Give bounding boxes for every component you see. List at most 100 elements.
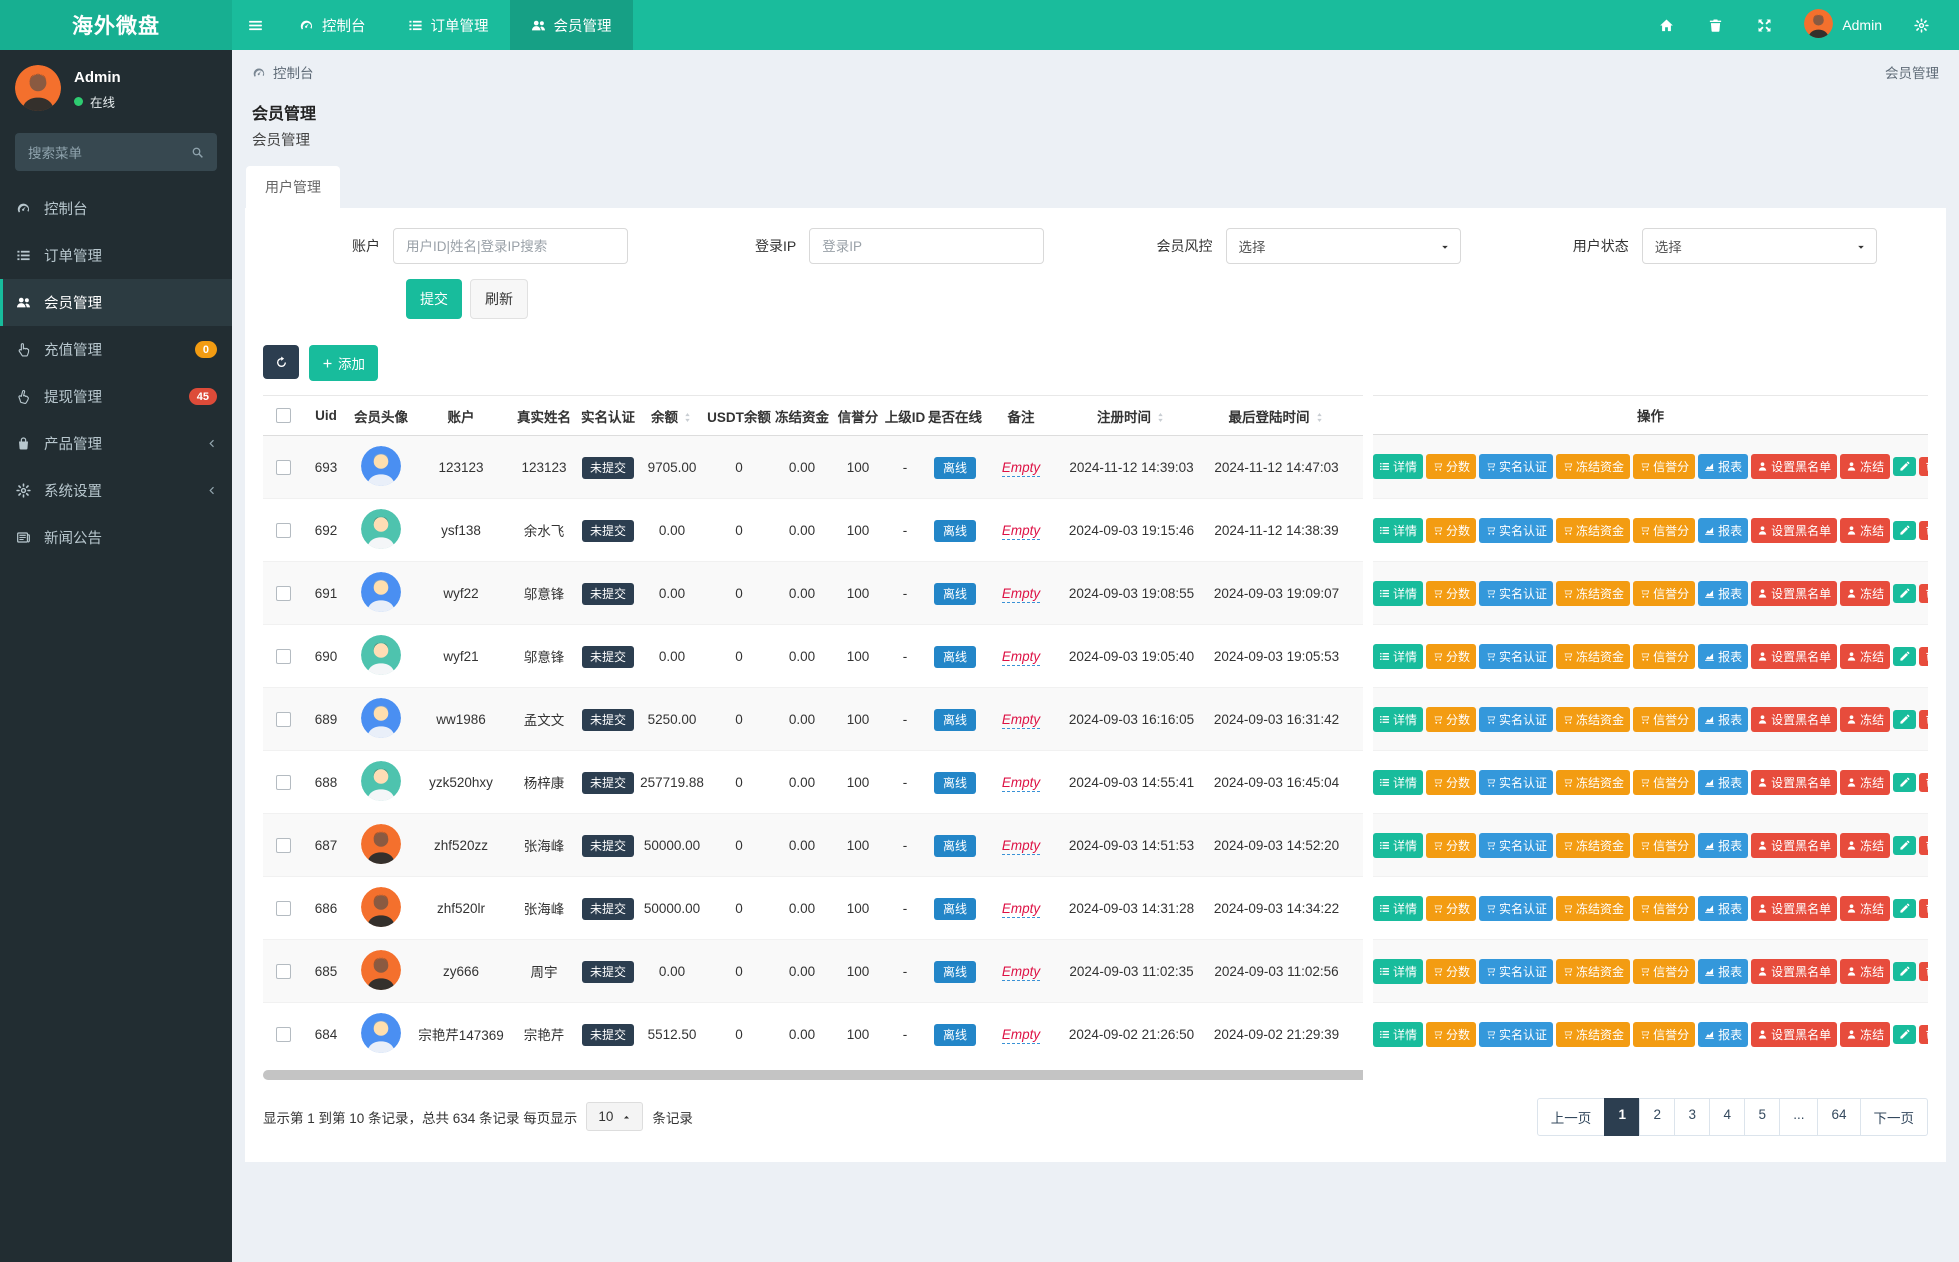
score-button[interactable]: 分数 [1426,895,1477,921]
realname-auth-button[interactable]: 实名认证 [1479,517,1554,543]
sidebar-item-0[interactable]: 控制台 [0,185,232,232]
realname-auth-button[interactable]: 实名认证 [1479,454,1554,479]
refresh-table-button[interactable] [263,345,299,379]
tab-user-management[interactable]: 用户管理 [246,166,340,208]
realname-auth-button[interactable]: 实名认证 [1479,580,1554,606]
edit-button[interactable] [1893,457,1917,476]
report-button[interactable]: 报表 [1698,454,1749,479]
blacklist-button[interactable]: 设置黑名单 [1751,580,1838,606]
page-button-64[interactable]: 64 [1817,1097,1861,1136]
detail-button[interactable]: 详情 [1373,643,1424,669]
remark-editable[interactable]: Empty [1001,711,1041,729]
blacklist-button[interactable]: 设置黑名单 [1751,706,1838,732]
blacklist-button[interactable]: 设置黑名单 [1751,517,1838,543]
breadcrumb-dashboard-link[interactable]: 控制台 [252,62,314,82]
credit-score-button[interactable]: 信誉分 [1633,454,1696,479]
blacklist-button[interactable]: 设置黑名单 [1751,769,1838,795]
nav-item-2[interactable]: 会员管理 [509,0,633,50]
blacklist-button[interactable]: 设置黑名单 [1751,832,1838,858]
fullscreen-button[interactable] [1745,0,1784,50]
freeze-funds-button[interactable]: 冻结资金 [1556,1021,1631,1047]
blacklist-button[interactable]: 设置黑名单 [1751,643,1838,669]
remark-editable[interactable]: Empty [1001,900,1041,918]
edit-button[interactable] [1893,835,1917,855]
freeze-funds-button[interactable]: 冻结资金 [1556,517,1631,543]
blacklist-button[interactable]: 设置黑名单 [1751,454,1838,479]
credit-score-button[interactable]: 信誉分 [1633,706,1696,732]
edit-button[interactable] [1893,520,1917,540]
edit-button[interactable] [1893,646,1917,666]
credit-score-button[interactable]: 信誉分 [1633,769,1696,795]
detail-button[interactable]: 详情 [1373,895,1424,921]
delete-button[interactable] [1919,709,1928,729]
realname-auth-button[interactable]: 实名认证 [1479,832,1554,858]
report-button[interactable]: 报表 [1698,706,1749,732]
freeze-funds-button[interactable]: 冻结资金 [1556,769,1631,795]
score-button[interactable]: 分数 [1426,517,1477,543]
sidebar-item-6[interactable]: 系统设置 [0,467,232,514]
row-checkbox[interactable] [275,963,291,979]
score-button[interactable]: 分数 [1426,454,1477,479]
report-button[interactable]: 报表 [1698,517,1749,543]
freeze-funds-button[interactable]: 冻结资金 [1556,580,1631,606]
account-search-input[interactable] [393,228,628,264]
realname-auth-button[interactable]: 实名认证 [1479,958,1554,984]
edit-button[interactable] [1893,583,1917,603]
freeze-funds-button[interactable]: 冻结资金 [1556,895,1631,921]
edit-button[interactable] [1893,961,1917,981]
report-button[interactable]: 报表 [1698,580,1749,606]
page-size-select[interactable]: 10 [586,1102,644,1131]
detail-button[interactable]: 详情 [1373,706,1424,732]
freeze-button[interactable]: 冻结 [1840,706,1891,732]
freeze-funds-button[interactable]: 冻结资金 [1556,643,1631,669]
remark-editable[interactable]: Empty [1001,585,1041,603]
freeze-funds-button[interactable]: 冻结资金 [1556,706,1631,732]
score-button[interactable]: 分数 [1426,580,1477,606]
delete-button[interactable] [1919,961,1928,981]
detail-button[interactable]: 详情 [1373,769,1424,795]
report-button[interactable]: 报表 [1698,895,1749,921]
report-button[interactable]: 报表 [1698,769,1749,795]
freeze-button[interactable]: 冻结 [1840,643,1891,669]
home-button[interactable] [1647,0,1686,50]
realname-auth-button[interactable]: 实名认证 [1479,643,1554,669]
column-header-14[interactable]: 最后登陆时间 [1204,395,1349,436]
delete-button[interactable] [1919,520,1928,540]
brand-logo[interactable]: 海外微盘 [0,0,232,50]
edit-button[interactable] [1893,772,1917,792]
blacklist-button[interactable]: 设置黑名单 [1751,1021,1838,1047]
select-all-header[interactable] [263,395,303,436]
sidebar-item-2[interactable]: 会员管理 [0,279,232,326]
freeze-button[interactable]: 冻结 [1840,895,1891,921]
nav-item-0[interactable]: 控制台 [278,0,387,50]
score-button[interactable]: 分数 [1426,1021,1477,1047]
delete-button[interactable] [1919,646,1928,666]
realname-auth-button[interactable]: 实名认证 [1479,706,1554,732]
credit-score-button[interactable]: 信誉分 [1633,517,1696,543]
delete-button[interactable] [1919,898,1928,918]
row-checkbox[interactable] [275,774,291,790]
page-button-1[interactable]: 1 [1604,1097,1641,1136]
remark-editable[interactable]: Empty [1001,648,1041,666]
freeze-button[interactable]: 冻结 [1840,580,1891,606]
credit-score-button[interactable]: 信誉分 [1633,895,1696,921]
prev-page-button[interactable]: 上一页 [1536,1097,1606,1136]
score-button[interactable]: 分数 [1426,769,1477,795]
detail-button[interactable]: 详情 [1373,454,1424,479]
row-checkbox[interactable] [275,459,291,475]
freeze-button[interactable]: 冻结 [1840,517,1891,543]
sidebar-item-7[interactable]: 新闻公告 [0,514,232,561]
column-header-6[interactable]: 余额 [637,395,707,436]
page-button-3[interactable]: 3 [1674,1097,1711,1136]
navbar-user-menu[interactable]: Admin [1794,9,1892,41]
score-button[interactable]: 分数 [1426,958,1477,984]
realname-auth-button[interactable]: 实名认证 [1479,895,1554,921]
nav-item-1[interactable]: 订单管理 [387,0,510,50]
report-button[interactable]: 报表 [1698,958,1749,984]
delete-button[interactable] [1919,1024,1928,1044]
delete-button[interactable] [1919,457,1928,476]
detail-button[interactable]: 详情 [1373,1021,1424,1047]
sidebar-toggle-button[interactable] [232,0,278,50]
delete-button[interactable] [1919,835,1928,855]
page-button-4[interactable]: 4 [1709,1097,1746,1136]
